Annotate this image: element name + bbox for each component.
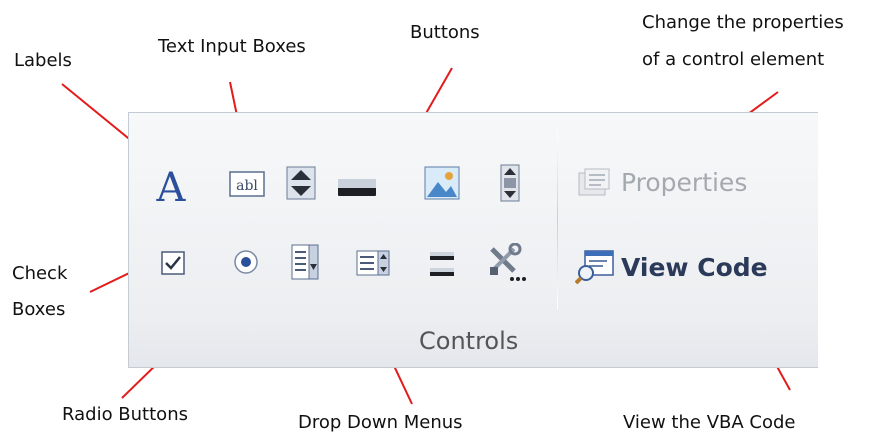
properties-label: Properties — [621, 167, 748, 197]
list-box-control-button[interactable] — [355, 249, 391, 277]
properties-icon — [578, 168, 610, 196]
annotation-check-line-2: Boxes — [12, 299, 66, 320]
textbox-icon: abl — [229, 171, 265, 197]
annotation-check-line-1: Check — [12, 263, 68, 284]
svg-text:A: A — [156, 165, 187, 207]
view-code-label: View Code — [621, 252, 768, 282]
command-button-control-button[interactable] — [335, 171, 379, 201]
annotation-change-properties-2: of a control element — [642, 49, 825, 70]
annotation-buttons: Buttons — [410, 22, 480, 43]
annotation-radio-buttons: Radio Buttons — [62, 404, 188, 425]
command-button-icon — [338, 179, 376, 196]
properties-button[interactable]: Properties — [575, 165, 747, 199]
toggle-button-control-button[interactable] — [425, 247, 459, 281]
view-code-button[interactable]: View Code — [575, 249, 768, 285]
scrollbar-control-button[interactable] — [497, 163, 523, 203]
scrollbar-icon — [500, 164, 520, 202]
annotation-text-input-boxes: Text Input Boxes — [158, 36, 306, 57]
textbox-control-button[interactable]: abl — [229, 169, 265, 199]
toggle-button-icon — [430, 252, 454, 276]
checkbox-icon — [161, 251, 185, 275]
annotation-view-vba-code: View the VBA Code — [623, 412, 796, 433]
more-controls-button[interactable] — [485, 243, 529, 283]
image-icon — [424, 166, 460, 200]
image-control-button[interactable] — [423, 165, 461, 201]
label-a-icon: A — [156, 165, 187, 207]
radio-button-control-button[interactable] — [231, 247, 261, 277]
annotation-labels: Labels — [14, 50, 72, 71]
svg-text:abl: abl — [236, 178, 258, 194]
spin-button-control-button[interactable] — [283, 165, 319, 201]
controls-group-label: Controls — [419, 327, 519, 355]
controls-ribbon-group: A abl Properties View Code Controls — [128, 112, 818, 368]
combo-box-icon — [291, 244, 319, 280]
annotation-change-properties-1: Change the properties — [642, 12, 844, 33]
label-control-button[interactable]: A — [151, 163, 191, 207]
radio-button-icon — [234, 250, 258, 274]
spin-button-icon — [286, 166, 316, 200]
combo-box-control-button[interactable] — [289, 243, 321, 281]
list-box-icon — [356, 250, 390, 276]
checkbox-control-button[interactable] — [159, 249, 187, 277]
group-separator — [557, 131, 558, 309]
annotation-drop-down-menus: Drop Down Menus — [298, 412, 463, 433]
more-controls-icon — [490, 243, 526, 281]
view-code-icon — [575, 250, 614, 285]
